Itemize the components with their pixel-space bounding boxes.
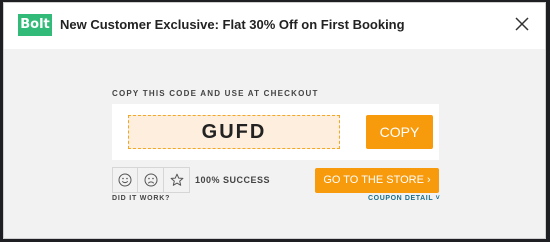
coupon-modal: Bolt New Customer Exclusive: Flat 30% Of… [3,2,546,239]
copy-button[interactable]: COPY [366,115,433,149]
star-button[interactable] [164,167,190,193]
coupon-detail-link[interactable]: COUPON DETAIL ˅ [368,195,440,202]
success-rate: 100% SUCCESS [195,175,271,185]
offer-title: New Customer Exclusive: Flat 30% Off on … [60,17,405,32]
code-panel: GUFD COPY [112,104,439,160]
coupon-code[interactable]: GUFD [128,115,340,149]
go-to-store-button[interactable]: GO TO THE STORE › [315,168,439,193]
store-logo: Bolt [18,14,52,36]
smile-icon [118,173,132,187]
copy-instruction: COPY THIS CODE AND USE AT CHECKOUT [112,89,319,98]
close-icon [515,17,529,31]
star-icon [170,173,183,186]
close-button[interactable] [513,15,531,33]
frown-icon [144,173,157,187]
smile-button[interactable] [112,167,138,193]
feedback-buttons [112,167,190,193]
frown-button[interactable] [138,167,164,193]
modal-header: Bolt New Customer Exclusive: Flat 30% Of… [4,3,545,49]
did-it-work-label: DID IT WORK? [112,195,171,202]
